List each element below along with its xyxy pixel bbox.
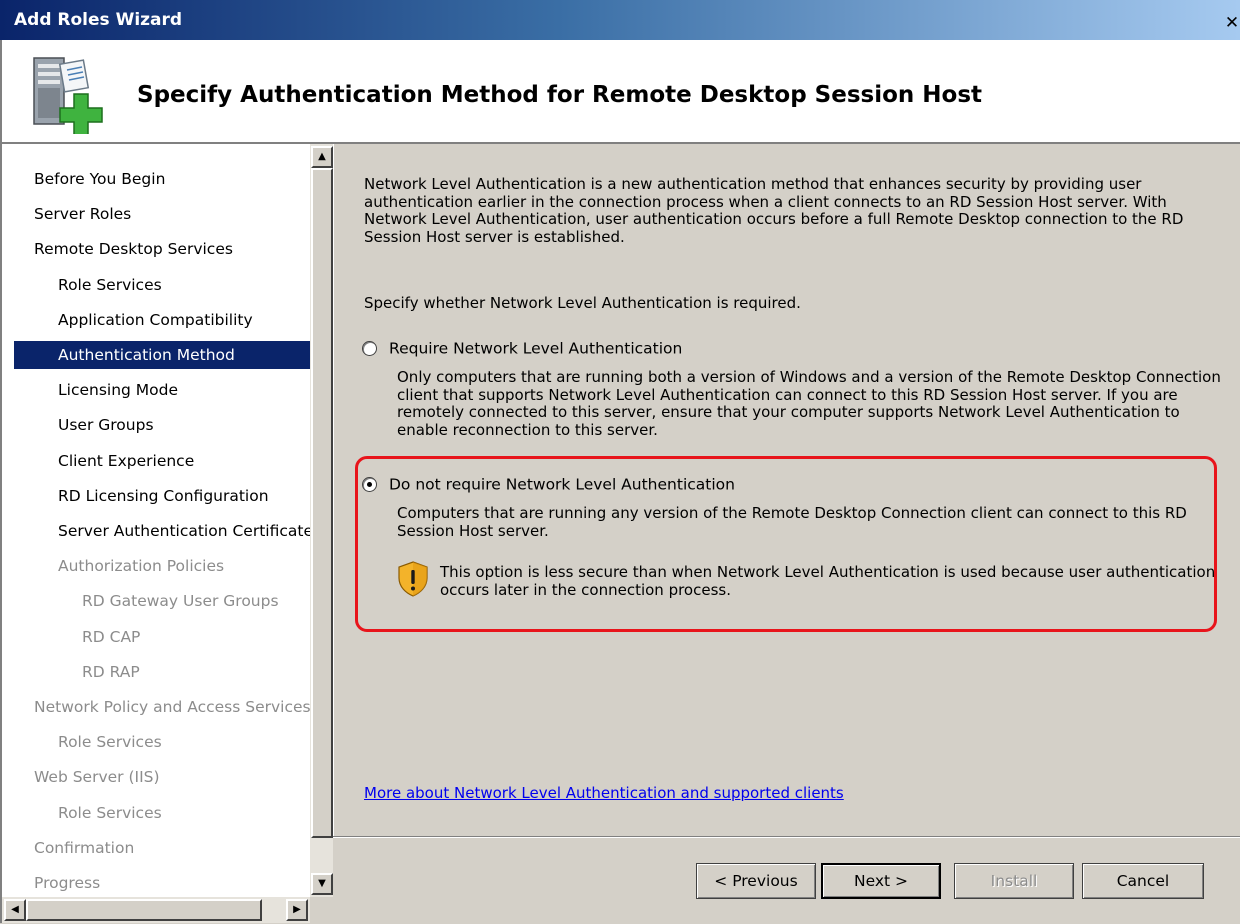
option-no-nla-label: Do not require Network Level Authenticat… (389, 475, 735, 494)
nav-step-item[interactable]: Licensing Mode (14, 376, 310, 404)
option-require-nla[interactable]: Require Network Level Authentication (362, 339, 682, 359)
nav-step-label: RD CAP (82, 627, 141, 646)
nav-step-item[interactable]: Authentication Method (14, 341, 310, 369)
nav-step-item[interactable]: Client Experience (14, 447, 310, 475)
wizard-footer: < Previous Next > Install Cancel (333, 836, 1240, 924)
server-add-role-icon (33, 57, 103, 134)
nav-step-item: RD RAP (14, 658, 310, 686)
nav-step-label: Authorization Policies (58, 557, 225, 576)
nav-step-label: Licensing Mode (58, 381, 179, 400)
nav-step-label: Role Services (58, 275, 162, 294)
shield-warning-icon (398, 561, 428, 597)
option-no-nla-description: Computers that are running any version o… (397, 504, 1187, 540)
radio-require-nla[interactable] (362, 341, 377, 356)
scroll-right-button[interactable]: ▶ (286, 899, 308, 921)
nav-step-item[interactable]: Server Authentication Certificate (14, 517, 310, 545)
radio-no-nla[interactable] (362, 477, 377, 492)
previous-button[interactable]: < Previous (696, 863, 816, 899)
nav-step-item: Progress (14, 869, 310, 897)
nav-step-label: Role Services (58, 733, 162, 752)
content-pane: Network Level Authentication is a new au… (333, 144, 1240, 836)
close-icon[interactable]: ✕ (1224, 14, 1240, 32)
horizontal-scrollbar[interactable]: ◀ ▶ (2, 897, 310, 923)
option-require-nla-label: Require Network Level Authentication (389, 339, 683, 358)
install-button[interactable]: Install (954, 863, 1074, 899)
nav-step-label: Before You Begin (34, 170, 166, 188)
nav-step-item[interactable]: Remote Desktop Services (14, 235, 310, 263)
nav-step-label: Remote Desktop Services (34, 240, 233, 259)
nav-step-label: RD Gateway User Groups (82, 592, 279, 611)
nav-step-item[interactable]: Role Services (14, 271, 310, 299)
nav-step-item: RD CAP (14, 623, 310, 651)
nav-step-label: Role Services (58, 803, 162, 822)
nav-step-item: RD Gateway User Groups (14, 587, 310, 615)
intro-text: Network Level Authentication is a new au… (364, 175, 1184, 246)
nav-step-item[interactable]: Server Roles (14, 200, 310, 228)
nav-step-label: Network Policy and Access Services (34, 698, 310, 716)
nav-step-item: Role Services (14, 728, 310, 756)
next-button[interactable]: Next > (821, 863, 941, 899)
nav-step-label: User Groups (58, 416, 154, 435)
nav-step-label: Authentication Method (58, 346, 235, 364)
vertical-scroll-thumb[interactable] (311, 168, 333, 838)
nav-step-label: Confirmation (34, 838, 135, 857)
cancel-button[interactable]: Cancel (1082, 863, 1204, 899)
nav-step-item: Role Services (14, 799, 310, 827)
nav-step-label: Server Roles (34, 205, 132, 224)
page-title: Specify Authentication Method for Remote… (137, 82, 983, 108)
scroll-down-button[interactable]: ▼ (311, 873, 333, 895)
wizard-steps-nav: Before You Begin Server Roles Remote Deskt… (0, 144, 335, 923)
nav-step-label: Client Experience (58, 451, 195, 470)
more-about-nla-link[interactable]: More about Network Level Authentication … (364, 784, 844, 802)
nav-step-item: Authorization Policies (14, 552, 310, 580)
nav-step-item: Confirmation (14, 834, 310, 862)
nav-step-item[interactable]: Before You Begin (14, 165, 310, 193)
nav-step-label: Server Authentication Certificate (58, 522, 310, 540)
vertical-scrollbar[interactable]: ▲ ▼ (310, 144, 335, 897)
nav-step-label: RD RAP (82, 662, 140, 681)
scroll-up-button[interactable]: ▲ (311, 146, 333, 168)
scrollbar-corner (310, 897, 335, 923)
nav-step-item[interactable]: Application Compatibility (14, 306, 310, 334)
nav-step-item: Network Policy and Access Services (14, 693, 310, 721)
nav-step-item: Web Server (IIS) (14, 763, 310, 791)
nav-step-label: Application Compatibility (58, 310, 253, 329)
wizard-header: Specify Authentication Method for Remote… (0, 40, 1240, 144)
nav-step-item[interactable]: RD Licensing Configuration (14, 482, 310, 510)
nav-step-label: Web Server (IIS) (34, 768, 160, 787)
scroll-left-button[interactable]: ◀ (4, 899, 26, 921)
option-require-nla-description: Only computers that are running both a v… (397, 368, 1221, 439)
title-bar: Add Roles Wizard ✕ (0, 0, 1240, 41)
option-no-nla[interactable]: Do not require Network Level Authenticat… (362, 475, 735, 495)
prompt-text: Specify whether Network Level Authentica… (364, 294, 801, 312)
warning-text: This option is less secure than when Net… (440, 563, 1216, 599)
nav-step-label: RD Licensing Configuration (58, 486, 269, 505)
nav-step-item[interactable]: User Groups (14, 411, 310, 439)
horizontal-scroll-thumb[interactable] (26, 899, 262, 921)
nav-step-label: Progress (34, 874, 101, 892)
window-title: Add Roles Wizard (14, 10, 183, 30)
